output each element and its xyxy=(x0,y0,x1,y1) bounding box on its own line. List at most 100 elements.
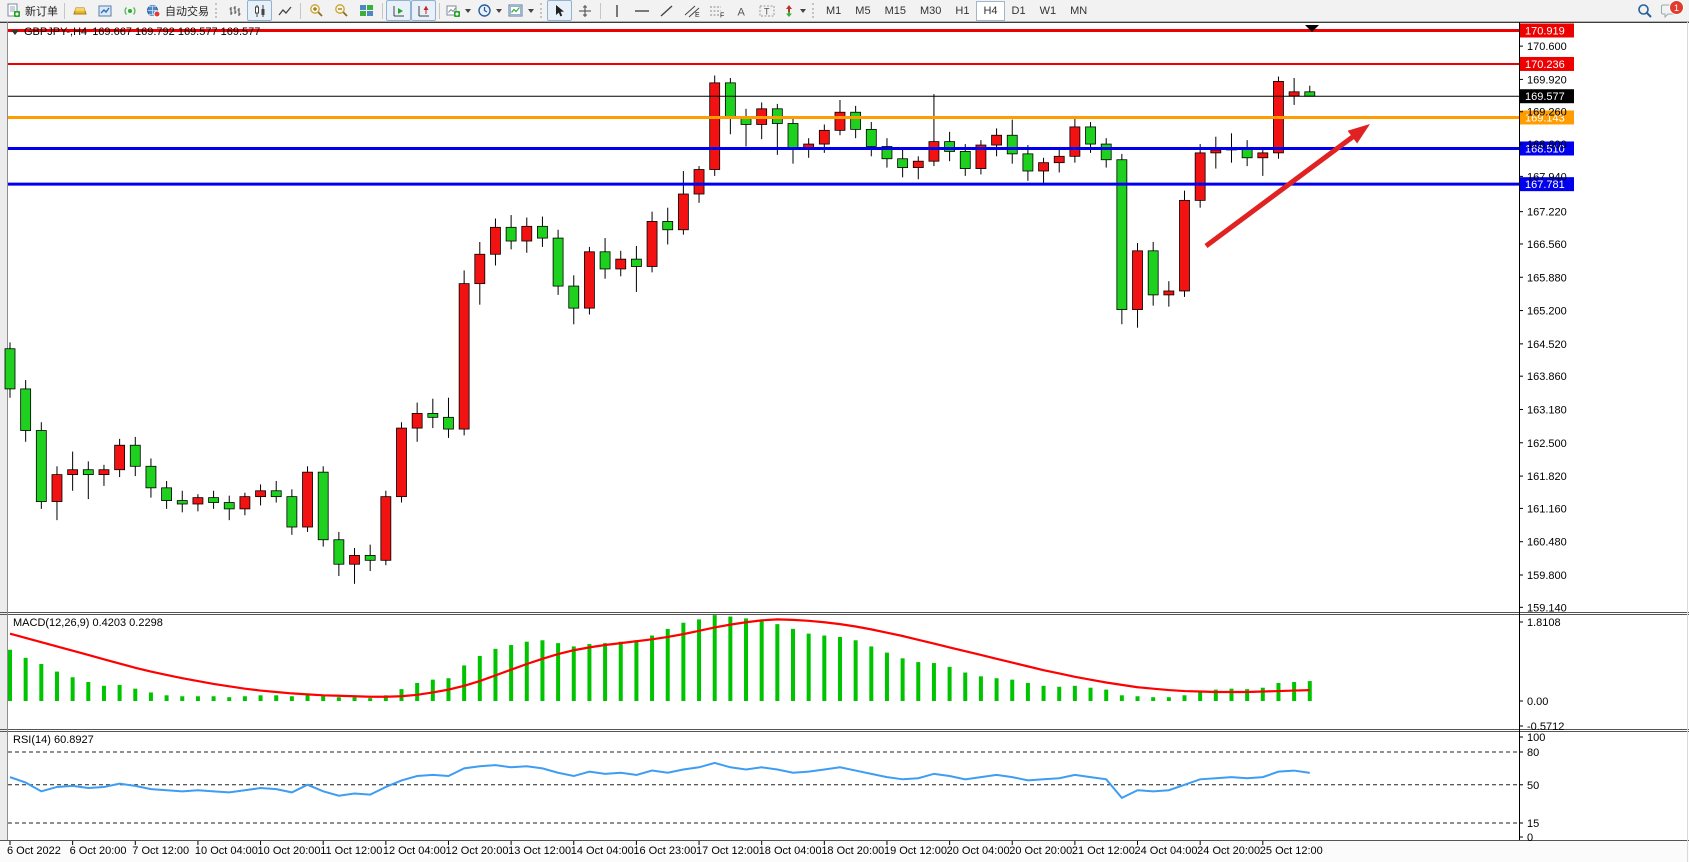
price-tick-label: 167.940 xyxy=(1527,171,1567,183)
zoom-in-button[interactable] xyxy=(304,0,329,21)
chart-shift-button[interactable] xyxy=(411,0,436,21)
date-label: 19 Oct 12:00 xyxy=(884,845,947,857)
signals-button[interactable] xyxy=(118,0,143,21)
macd-histogram-bar xyxy=(1261,688,1265,701)
zoom-out-icon xyxy=(334,3,349,18)
candle-body xyxy=(569,286,579,308)
horizontal-line-button[interactable] xyxy=(629,0,654,21)
date-label: 12 Oct 04:00 xyxy=(383,845,446,857)
macd-histogram-bar xyxy=(1229,689,1233,701)
crosshair-button[interactable] xyxy=(572,0,597,21)
tab-timeframe-h4[interactable]: H4 xyxy=(976,1,1004,21)
text-icon: A xyxy=(735,4,748,18)
tab-timeframe-m1[interactable]: M1 xyxy=(819,1,848,21)
macd-histogram-bar xyxy=(337,697,341,701)
periods-button[interactable] xyxy=(474,0,505,21)
macd-histogram-bar xyxy=(885,653,889,701)
text-label-button[interactable]: T xyxy=(754,0,779,21)
chevron-down-icon xyxy=(800,9,806,13)
chart-title-ohlc: 169.667 169.792 169.577 169.577 xyxy=(92,26,260,38)
vertical-line-icon xyxy=(611,4,623,18)
macd-histogram-bar xyxy=(24,658,28,701)
macd-histogram-bar xyxy=(71,677,75,701)
candle-body xyxy=(960,151,970,168)
tab-timeframe-m5[interactable]: M5 xyxy=(848,1,877,21)
candle-body xyxy=(1289,92,1299,96)
line-chart-button[interactable] xyxy=(272,0,297,21)
auto-scroll-icon xyxy=(392,4,406,18)
macd-histogram-bar xyxy=(1104,690,1108,701)
candle-body xyxy=(1148,251,1158,295)
macd-histogram-bar xyxy=(979,676,983,701)
auto-trading-button[interactable]: 自动交易 xyxy=(143,0,212,21)
new-order-button[interactable]: 新订单 xyxy=(3,0,61,21)
cursor-button[interactable] xyxy=(547,0,572,21)
candle-body xyxy=(1180,200,1190,291)
symbol-dropdown-icon[interactable] xyxy=(11,30,19,35)
auto-scroll-button[interactable] xyxy=(386,0,411,21)
macd-histogram-bar xyxy=(948,667,952,701)
text-button[interactable]: A xyxy=(729,0,754,21)
tab-timeframe-h1[interactable]: H1 xyxy=(948,1,976,21)
candle-body xyxy=(992,135,1002,145)
candle-body xyxy=(835,112,845,130)
macd-histogram-bar xyxy=(995,678,999,701)
candlestick-chart-icon xyxy=(253,4,267,18)
add-indicator-button[interactable] xyxy=(443,0,474,21)
macd-histogram-bar xyxy=(619,642,623,701)
macd-histogram-bar xyxy=(1136,696,1140,701)
candlestick-chart-button[interactable] xyxy=(247,0,272,21)
macd-histogram-bar xyxy=(274,695,278,701)
data-window-button[interactable] xyxy=(93,0,118,21)
candle-body xyxy=(553,238,563,286)
price-tick-label: 163.180 xyxy=(1527,404,1567,416)
notifications-button[interactable]: 1 xyxy=(1657,0,1682,21)
date-label: 13 Oct 12:00 xyxy=(508,845,571,857)
crosshair-icon xyxy=(578,4,592,18)
tab-timeframe-d1[interactable]: D1 xyxy=(1005,1,1033,21)
candle-body xyxy=(1054,156,1064,162)
line-chart-icon xyxy=(278,4,292,18)
macd-histogram-bar xyxy=(8,650,12,701)
candle-body xyxy=(631,259,641,266)
arrows-tool-button[interactable] xyxy=(779,0,809,21)
candle-body xyxy=(443,417,453,429)
macd-histogram-bar xyxy=(180,696,184,701)
rsi-indicator-label: RSI(14) 60.8927 xyxy=(13,734,94,746)
candle-body xyxy=(5,349,15,389)
candle-body xyxy=(303,472,313,527)
macd-histogram-bar xyxy=(1073,686,1077,701)
vertical-line-button[interactable] xyxy=(604,0,629,21)
candle-body xyxy=(647,221,657,266)
macd-histogram-bar xyxy=(1183,695,1187,701)
macd-axis-label: 1.8108 xyxy=(1527,617,1561,629)
tab-timeframe-m15[interactable]: M15 xyxy=(878,1,913,21)
candle-body xyxy=(929,142,939,162)
tab-timeframe-mn[interactable]: MN xyxy=(1063,1,1094,21)
zoom-out-button[interactable] xyxy=(329,0,354,21)
price-tick-label: 169.260 xyxy=(1527,107,1567,119)
market-watch-button[interactable] xyxy=(68,0,93,21)
macd-histogram-bar xyxy=(603,643,607,701)
cursor-icon xyxy=(553,4,566,18)
search-button[interactable] xyxy=(1632,0,1657,21)
fibonacci-button[interactable]: F xyxy=(704,0,729,21)
candle-body xyxy=(1023,154,1033,171)
trendline-button[interactable] xyxy=(654,0,679,21)
toolbar-grip xyxy=(215,3,219,18)
macd-name: MACD(12,26,9) xyxy=(13,617,89,629)
bar-chart-button[interactable] xyxy=(222,0,247,21)
candle-body xyxy=(287,497,297,527)
channel-button[interactable]: E xyxy=(679,0,704,21)
date-label: 20 Oct 20:00 xyxy=(1009,845,1072,857)
toolbar-grip xyxy=(540,3,544,18)
candle-body xyxy=(52,475,62,502)
macd-histogram-bar xyxy=(572,646,576,701)
tab-timeframe-m30[interactable]: M30 xyxy=(913,1,948,21)
tab-timeframe-w1[interactable]: W1 xyxy=(1033,1,1064,21)
macd-histogram-bar xyxy=(1120,695,1124,701)
tile-windows-button[interactable] xyxy=(354,0,379,21)
macd-histogram-bar xyxy=(1089,688,1093,701)
globe-icon xyxy=(146,4,161,18)
templates-button[interactable] xyxy=(505,0,537,21)
